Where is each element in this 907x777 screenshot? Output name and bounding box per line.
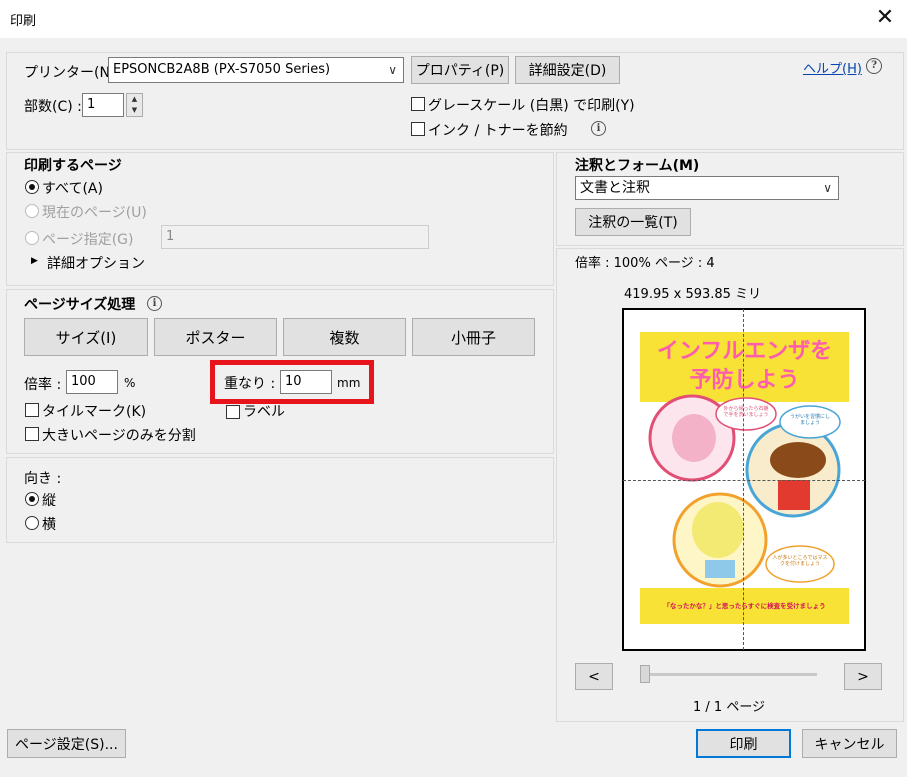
- window-title: 印刷: [10, 14, 37, 29]
- radio-landscape-label: 横: [42, 517, 56, 533]
- scale-unit: %: [124, 376, 136, 390]
- radio-page-range[interactable]: [25, 231, 39, 245]
- booklet-button[interactable]: 小冊子: [412, 318, 535, 356]
- help-link[interactable]: ヘルプ(H): [803, 58, 862, 77]
- preview-dimensions: 419.95 x 593.85 ミリ: [624, 287, 762, 302]
- preview-scale-info: 倍率 : 100% ページ : 4: [575, 256, 715, 271]
- orientation-title: 向き :: [24, 471, 62, 487]
- page-sizing-title: ページサイズ処理: [24, 297, 136, 313]
- help-icon[interactable]: ?: [866, 58, 882, 74]
- chevron-down-icon: ∨: [823, 181, 832, 195]
- poster-title-2: 予防しよう: [689, 368, 800, 393]
- labels-checkbox[interactable]: [226, 405, 240, 419]
- comments-forms-title: 注釈とフォーム(M): [575, 158, 700, 174]
- tile-marks-label: タイルマーク(K): [42, 404, 147, 420]
- radio-all-label: すべて(A): [42, 181, 103, 197]
- page-setup-button[interactable]: ページ設定(S)...: [7, 729, 126, 758]
- poster-title-1: インフルエンザを: [656, 339, 833, 364]
- tile-split-horizontal: [623, 480, 865, 481]
- poster-button[interactable]: ポスター: [154, 318, 277, 356]
- overlap-label: 重なり :: [224, 376, 276, 392]
- page-range-input[interactable]: 1: [161, 225, 429, 249]
- page-slider-track[interactable]: [641, 673, 817, 676]
- radio-page-range-label: ページ指定(G): [42, 232, 134, 248]
- radio-portrait-label: 縦: [42, 493, 56, 509]
- copies-input[interactable]: 1: [82, 93, 124, 117]
- radio-landscape[interactable]: [25, 516, 39, 530]
- radio-portrait[interactable]: [25, 492, 39, 506]
- poster-bubble-2: うがいを習慣にしましょう: [789, 414, 830, 426]
- large-pages-checkbox[interactable]: [25, 427, 39, 441]
- poster-footer: 「なったかな？」と思ったらすぐに検査を受けましょう: [663, 602, 826, 610]
- expand-triangle-icon[interactable]: ▶: [31, 256, 38, 266]
- save-ink-label: インク / トナーを節約: [428, 123, 568, 139]
- scale-input[interactable]: 100: [66, 370, 118, 394]
- printer-select-value: EPSONCB2A8B (PX-S7050 Series): [113, 62, 331, 77]
- overlap-unit: mm: [337, 376, 361, 390]
- radio-all[interactable]: [25, 180, 39, 194]
- large-pages-label: 大きいページのみを分割: [42, 428, 196, 444]
- summarize-comments-button[interactable]: 注釈の一覧(T): [575, 208, 691, 236]
- radio-current-label: 現在のページ(U): [42, 205, 147, 221]
- print-button[interactable]: 印刷: [696, 729, 791, 758]
- overlap-input[interactable]: 10: [280, 370, 332, 394]
- pages-title: 印刷するページ: [24, 158, 122, 174]
- poster-bubble-1: 外から帰ったら石鹸で手を洗いましょう: [723, 406, 769, 418]
- page-counter: 1 / 1 ページ: [693, 700, 766, 715]
- advanced-button[interactable]: 詳細設定(D): [515, 56, 620, 84]
- poster-bubble-3: 人が多いところではマスクを付けましょう: [772, 555, 828, 567]
- next-page-button[interactable]: >: [844, 663, 882, 690]
- scale-label: 倍率 :: [24, 377, 62, 393]
- size-button[interactable]: サイズ(I): [24, 318, 148, 356]
- comments-forms-select[interactable]: 文書と注釈 ∨: [575, 176, 839, 200]
- properties-button[interactable]: プロパティ(P): [411, 56, 509, 84]
- save-ink-checkbox[interactable]: [411, 122, 425, 136]
- orientation-panel: [6, 457, 554, 543]
- page-slider-thumb[interactable]: [640, 665, 650, 683]
- title-bar: [0, 0, 907, 38]
- info-icon[interactable]: i: [591, 121, 606, 136]
- comments-forms-select-value: 文書と注釈: [580, 180, 650, 196]
- cancel-button[interactable]: キャンセル: [802, 729, 897, 758]
- more-options-toggle[interactable]: 詳細オプション: [47, 253, 145, 273]
- printer-select[interactable]: EPSONCB2A8B (PX-S7050 Series) ∨: [108, 57, 404, 83]
- stepper-down-icon[interactable]: ▼: [127, 105, 142, 116]
- grayscale-checkbox[interactable]: [411, 97, 425, 111]
- prev-page-button[interactable]: <: [575, 663, 613, 690]
- info-icon[interactable]: i: [147, 296, 162, 311]
- copies-stepper[interactable]: ▲ ▼: [126, 93, 143, 117]
- copies-label: 部数(C) :: [24, 99, 82, 115]
- close-icon[interactable]: ✕: [872, 4, 898, 32]
- grayscale-label: グレースケール (白黒) で印刷(Y): [428, 98, 635, 114]
- multiple-button[interactable]: 複数: [283, 318, 406, 356]
- poster-image: インフルエンザを 予防しよう 外から帰ったら石鹸で手を洗いましょう うがいを習慣…: [640, 330, 849, 628]
- tile-marks-checkbox[interactable]: [25, 403, 39, 417]
- stepper-up-icon[interactable]: ▲: [127, 94, 142, 105]
- labels-label: ラベル: [243, 404, 285, 420]
- chevron-down-icon: ∨: [388, 63, 397, 77]
- radio-current-page[interactable]: [25, 204, 39, 218]
